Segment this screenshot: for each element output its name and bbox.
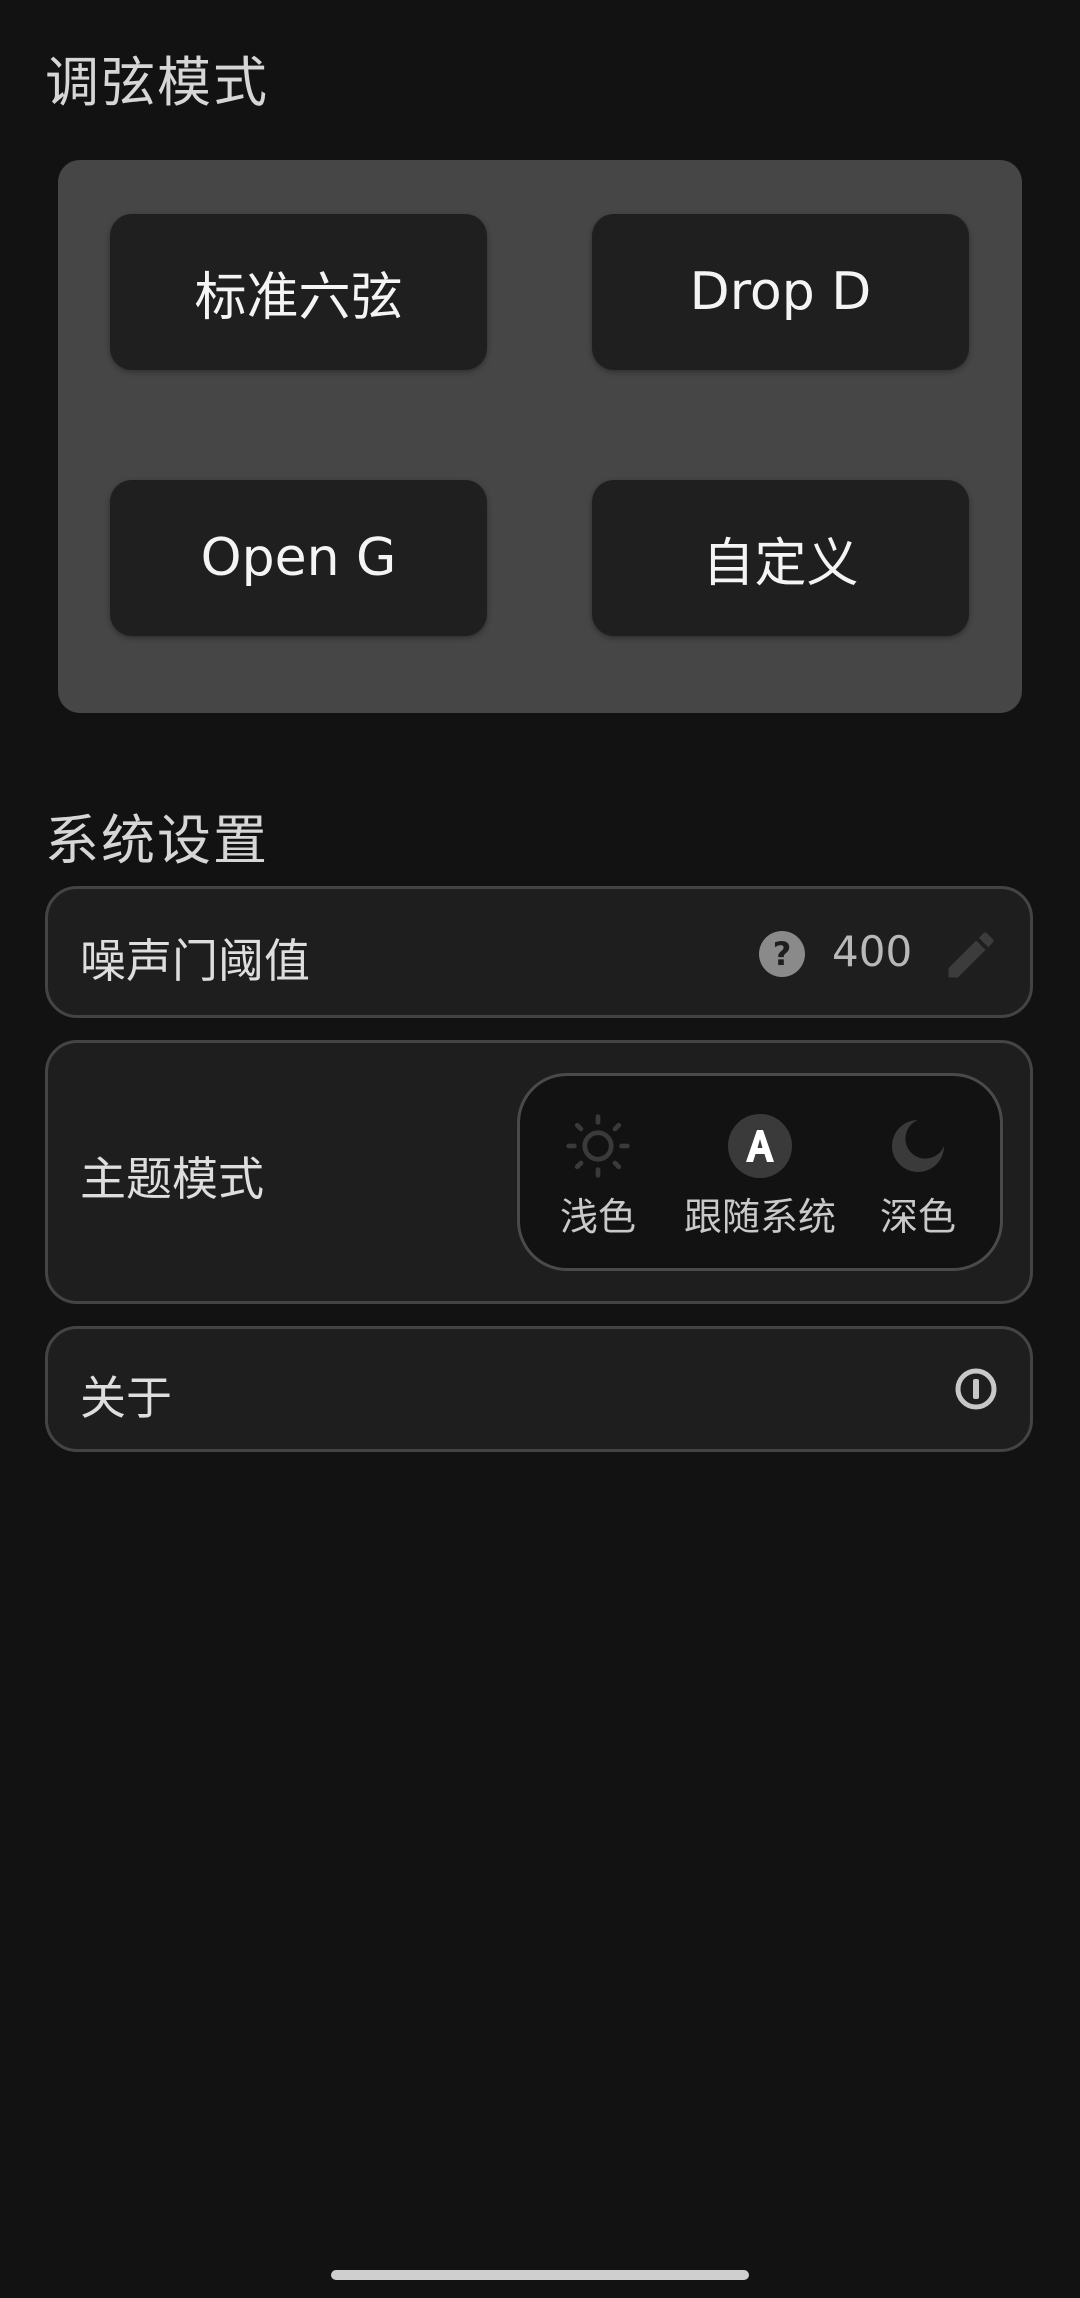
theme-option-dark[interactable]: 深色	[880, 1112, 956, 1241]
theme-mode-switch: 浅色 跟随系统 深色	[517, 1073, 1003, 1271]
info-circle-icon	[955, 1368, 997, 1410]
theme-mode-setting: 主题模式 浅色 跟随系统 深色	[45, 1040, 1033, 1304]
standard-tuning-button[interactable]: 标准六弦	[110, 214, 487, 370]
about-setting[interactable]: 关于	[45, 1326, 1033, 1452]
noise-gate-label: 噪声门阈值	[80, 934, 310, 988]
home-indicator[interactable]	[331, 2270, 749, 2280]
theme-option-light-label: 浅色	[560, 1195, 637, 1239]
theme-option-light[interactable]: 浅色	[560, 1112, 636, 1241]
system-settings-title: 系统设置	[45, 809, 269, 872]
sun-icon	[564, 1112, 632, 1180]
moon-icon	[884, 1112, 952, 1180]
noise-gate-value: 400	[832, 927, 913, 976]
open-g-button[interactable]: Open G	[110, 480, 487, 636]
custom-tuning-button[interactable]: 自定义	[592, 480, 969, 636]
theme-option-follow-system[interactable]: 跟随系统	[684, 1112, 836, 1241]
theme-mode-label: 主题模式	[80, 1152, 264, 1206]
noise-gate-setting[interactable]: 噪声门阈值 ? 400	[45, 886, 1033, 1018]
tuning-mode-title: 调弦模式	[45, 51, 269, 114]
drop-d-button[interactable]: Drop D	[592, 214, 969, 370]
theme-option-follow-system-label: 跟随系统	[684, 1195, 837, 1239]
about-label: 关于	[80, 1371, 172, 1425]
theme-option-dark-label: 深色	[880, 1195, 957, 1239]
pencil-icon[interactable]	[941, 925, 1001, 985]
tuning-mode-panel: 标准六弦 Drop D Open G 自定义	[58, 160, 1022, 713]
auto-theme-icon	[726, 1112, 794, 1180]
question-circle-icon[interactable]: ?	[759, 931, 805, 977]
